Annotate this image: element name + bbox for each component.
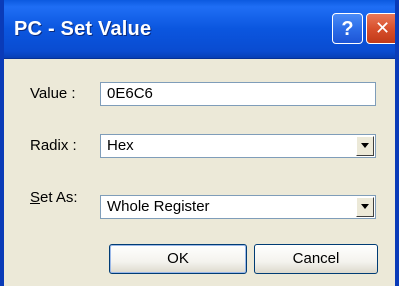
setas-label-text: et As: xyxy=(40,189,78,206)
radix-label: Radix : xyxy=(30,137,77,154)
setas-selected-value: Whole Register xyxy=(107,198,210,215)
radix-selected-value: Hex xyxy=(107,137,134,154)
help-button[interactable]: ? xyxy=(332,13,363,44)
title-bar[interactable]: PC - Set Value ? ✕ xyxy=(4,0,395,59)
value-label: Value : xyxy=(30,85,76,102)
setas-dropdown-arrow[interactable] xyxy=(356,197,374,217)
close-button[interactable]: ✕ xyxy=(366,13,395,44)
ok-button[interactable]: OK xyxy=(109,244,247,274)
set-value-dialog: PC - Set Value ? ✕ Value : 0E6C6 Radix :… xyxy=(0,0,399,286)
value-input[interactable]: 0E6C6 xyxy=(100,82,376,106)
window-title: PC - Set Value xyxy=(14,18,152,40)
chevron-down-icon xyxy=(361,204,369,209)
help-icon: ? xyxy=(341,17,354,40)
setas-label-accelerator: S xyxy=(30,189,41,206)
dialog-body: Value : 0E6C6 Radix : Hex Set As: Whole … xyxy=(4,58,395,286)
setas-label: Set As: xyxy=(30,189,78,206)
setas-dropdown[interactable]: Whole Register xyxy=(100,195,376,219)
chevron-down-icon xyxy=(361,143,369,148)
radix-dropdown-arrow[interactable] xyxy=(356,136,374,156)
cancel-button[interactable]: Cancel xyxy=(254,244,378,274)
close-icon: ✕ xyxy=(374,17,391,39)
radix-dropdown[interactable]: Hex xyxy=(100,134,376,158)
